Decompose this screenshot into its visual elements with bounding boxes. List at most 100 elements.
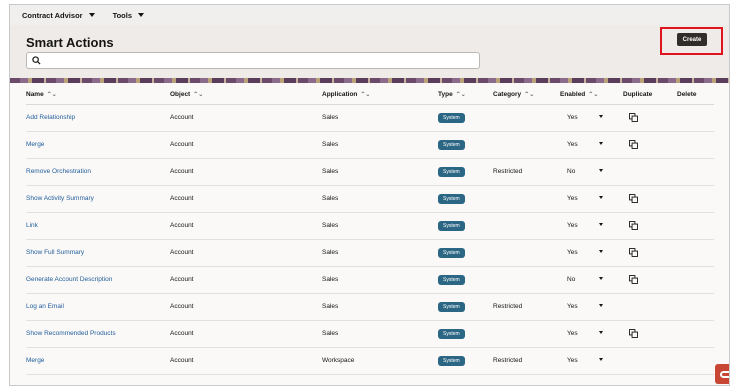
column-header-type[interactable]: Type ⌃⌄: [438, 91, 466, 98]
enabled-dropdown-icon[interactable]: [599, 142, 603, 145]
action-name-link[interactable]: Link: [26, 222, 38, 229]
enabled-dropdown-icon[interactable]: [599, 331, 603, 334]
column-header-delete: Delete: [677, 91, 697, 98]
application-cell: Sales: [322, 168, 339, 175]
duplicate-icon[interactable]: [629, 275, 638, 284]
duplicate-icon[interactable]: [629, 140, 638, 149]
enabled-value: Yes: [567, 357, 578, 364]
sort-icon: ⌃⌄: [46, 92, 57, 98]
sort-icon: ⌃⌄: [193, 92, 204, 98]
table-row: Show Recommended Products Account Sales Sys…: [26, 321, 714, 348]
enabled-dropdown-icon[interactable]: [599, 358, 603, 361]
oracle-assistant-button[interactable]: [715, 364, 729, 384]
action-name-link[interactable]: Show Full Summary: [26, 249, 84, 256]
action-name-link[interactable]: Add Relationship: [26, 114, 75, 121]
duplicate-icon[interactable]: [629, 248, 638, 257]
category-cell: Restricted: [493, 357, 523, 364]
table-header: Name ⌃⌄ Object ⌃⌄ Application ⌃⌄ Type ⌃⌄ Cat…: [26, 87, 714, 105]
enabled-value: No: [567, 168, 576, 175]
category-cell: Restricted: [493, 168, 523, 175]
menu-label: Contract Advisor: [22, 10, 83, 20]
type-badge: System: [438, 221, 465, 231]
table-row: Merge Account Workspace System Restricted Yes: [26, 348, 714, 375]
decorative-band: [10, 78, 729, 83]
application-cell: Sales: [322, 276, 339, 283]
object-cell: Account: [170, 330, 194, 337]
enabled-dropdown-icon[interactable]: [599, 196, 603, 199]
action-name-link[interactable]: Merge: [26, 357, 44, 364]
sort-icon: ⌃⌄: [360, 92, 371, 98]
action-name-link[interactable]: Remove Orchestration: [26, 168, 91, 175]
category-cell: Restricted: [493, 303, 523, 310]
type-badge: System: [438, 275, 465, 285]
sort-icon: ⌃⌄: [524, 92, 535, 98]
table-row: Add Relationship Account Sales System Yes: [26, 105, 714, 132]
duplicate-icon[interactable]: [629, 194, 638, 203]
table-row: Remove Orchestration Account Sales System Re…: [26, 159, 714, 186]
type-badge: System: [438, 113, 465, 123]
application-cell: Sales: [322, 114, 339, 121]
type-badge: System: [438, 194, 465, 204]
page-header: Smart Actions Create: [10, 25, 729, 81]
oracle-logo-icon: [720, 370, 729, 378]
object-cell: Account: [170, 195, 194, 202]
menu-tools[interactable]: Tools: [112, 10, 145, 20]
enabled-value: Yes: [567, 114, 578, 121]
duplicate-icon[interactable]: [629, 113, 638, 122]
object-cell: Account: [170, 249, 194, 256]
enabled-dropdown-icon[interactable]: [599, 304, 603, 307]
enabled-dropdown-icon[interactable]: [599, 250, 603, 253]
enabled-value: No: [567, 276, 576, 283]
application-cell: Sales: [322, 195, 339, 202]
enabled-dropdown-icon[interactable]: [599, 277, 603, 280]
action-name-link[interactable]: Show Recommended Products: [26, 330, 116, 337]
duplicate-icon[interactable]: [629, 329, 638, 338]
menubar: Contract Advisor Tools: [10, 5, 729, 25]
page-title: Smart Actions: [26, 35, 114, 50]
duplicate-icon[interactable]: [629, 221, 638, 230]
table-row: Log an Email Account Sales System Restricted…: [26, 294, 714, 321]
sort-icon: ⌃⌄: [455, 92, 466, 98]
table-row: Link Account Sales System Yes: [26, 213, 714, 240]
table-row: Show Full Summary Account Sales System Yes: [26, 240, 714, 267]
action-name-link[interactable]: Log an Email: [26, 303, 64, 310]
application-cell: Sales: [322, 330, 339, 337]
application-cell: Sales: [322, 222, 339, 229]
object-cell: Account: [170, 222, 194, 229]
type-badge: System: [438, 329, 465, 339]
chevron-down-icon: [88, 13, 95, 17]
action-name-link[interactable]: Show Activity Summary: [26, 195, 94, 202]
column-header-category[interactable]: Category ⌃⌄: [493, 91, 534, 98]
object-cell: Account: [170, 168, 194, 175]
table-body: Add Relationship Account Sales System Yes Mer…: [26, 105, 714, 375]
column-header-name[interactable]: Name ⌃⌄: [26, 91, 57, 98]
app-window: Contract Advisor Tools Smart Actions Cre…: [9, 4, 730, 386]
enabled-dropdown-icon[interactable]: [599, 223, 603, 226]
table-row: Generate Account Description Account Sales…: [26, 267, 714, 294]
object-cell: Account: [170, 114, 194, 121]
smart-actions-table: Name ⌃⌄ Object ⌃⌄ Application ⌃⌄ Type ⌃⌄ Cat…: [26, 87, 714, 375]
object-cell: Account: [170, 357, 194, 364]
enabled-value: Yes: [567, 222, 578, 229]
type-badge: System: [438, 167, 465, 177]
enabled-dropdown-icon[interactable]: [599, 115, 603, 118]
object-cell: Account: [170, 141, 194, 148]
search-icon: [32, 56, 41, 65]
enabled-dropdown-icon[interactable]: [599, 169, 603, 172]
table-row: Show Activity Summary Account Sales System Y…: [26, 186, 714, 213]
enabled-value: Yes: [567, 141, 578, 148]
type-badge: System: [438, 248, 465, 258]
menu-contract-advisor[interactable]: Contract Advisor: [22, 11, 95, 20]
action-name-link[interactable]: Generate Account Description: [26, 276, 112, 283]
action-name-link[interactable]: Merge: [26, 141, 44, 148]
column-header-enabled[interactable]: Enabled ⌃⌄: [560, 91, 598, 98]
menu-label: Tools: [112, 10, 133, 20]
search-input[interactable]: [26, 52, 480, 69]
object-cell: Account: [170, 276, 194, 283]
type-badge: System: [438, 302, 465, 312]
column-header-object[interactable]: Object ⌃⌄: [170, 91, 203, 98]
type-badge: System: [438, 356, 465, 366]
column-header-application[interactable]: Application ⌃⌄: [322, 91, 370, 98]
enabled-value: Yes: [567, 195, 578, 202]
application-cell: Workspace: [322, 357, 355, 364]
